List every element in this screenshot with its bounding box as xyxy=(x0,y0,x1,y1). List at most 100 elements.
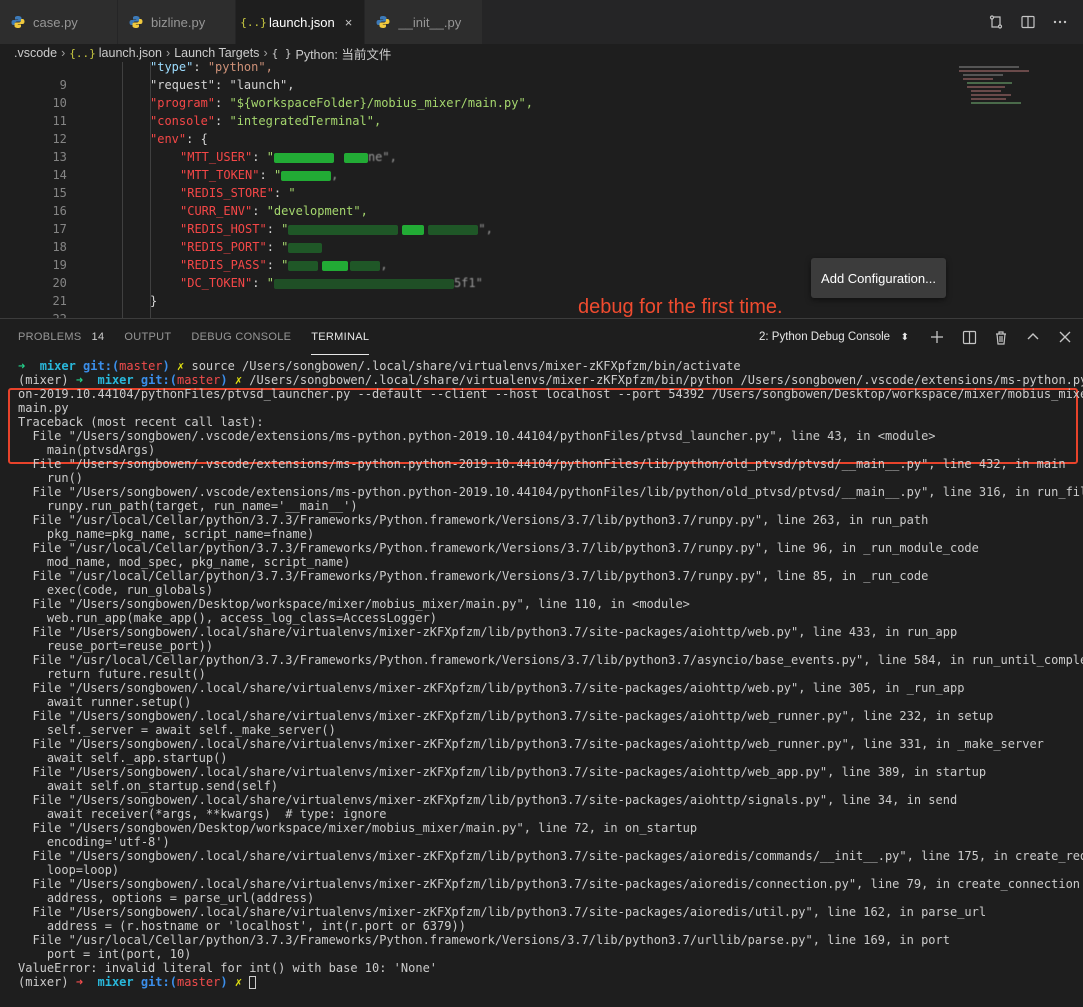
terminal-line: File "/Users/songbowen/.local/share/virt… xyxy=(18,877,1081,891)
terminal-line: File "/Users/songbowen/.vscode/extension… xyxy=(18,457,1066,471)
terminal-line: main.py xyxy=(18,401,69,415)
terminal-line: exec(code, run_globals) xyxy=(18,583,214,597)
terminal-line: File "/Users/songbowen/.local/share/virt… xyxy=(18,793,958,807)
terminal-line: File "/Users/songbowen/Desktop/workspace… xyxy=(18,597,690,611)
python-icon xyxy=(10,15,25,30)
code-line: 9 "type": "python", xyxy=(59,62,273,92)
redacted-value xyxy=(273,152,334,163)
terminal-line: File "/Users/songbowen/.local/share/virt… xyxy=(18,709,994,723)
breadcrumb-folder[interactable]: .vscode xyxy=(14,46,57,60)
terminal-line: (mixer) ➜ mixer git:(master) ✗ /Users/so… xyxy=(18,373,1083,387)
tab-launch-json[interactable]: {..} launch.json × xyxy=(236,0,366,44)
json-icon: {..} xyxy=(69,46,96,60)
code-line: 12 "console": "integratedTerminal", xyxy=(52,114,382,146)
plus-icon[interactable] xyxy=(929,329,945,345)
terminal-output[interactable]: ➜ mixer git:(master) ✗ source /Users/son… xyxy=(0,355,1083,1007)
tab-bizline-py[interactable]: bizline.py xyxy=(118,0,236,44)
open-changes-icon[interactable] xyxy=(987,13,1005,31)
redacted-value xyxy=(288,242,323,253)
close-icon[interactable] xyxy=(1057,329,1073,345)
terminal-cursor xyxy=(249,976,257,989)
redacted-value xyxy=(281,170,332,181)
tab-init-py[interactable]: __init__.py xyxy=(365,0,484,44)
tab-terminal[interactable]: TERMINAL xyxy=(311,319,370,355)
terminal-line: ValueError: invalid literal for int() wi… xyxy=(18,961,438,975)
code-editor[interactable]: 9 "type": "python", 10 "request": "launc… xyxy=(0,62,1083,318)
redacted-value xyxy=(288,224,399,235)
terminal-line: ➜ mixer git:(master) ✗ source /Users/son… xyxy=(18,359,741,373)
terminal-line: pkg_name=pkg_name, script_name=fname) xyxy=(18,527,315,541)
tab-label: case.py xyxy=(33,14,78,30)
terminal-line: loop=loop) xyxy=(18,863,120,877)
tab-label: launch.json xyxy=(269,14,335,30)
breadcrumb-item[interactable]: Python: 当前文件 xyxy=(295,44,391,63)
terminal-prompt-line: (mixer) ➜ mixer git:(master) ✗ xyxy=(18,975,257,989)
redacted-value xyxy=(343,152,368,163)
code-line: 15 "MTT_TOKEN": ", xyxy=(52,168,339,200)
breadcrumb: .vscode › {..} launch.json › Launch Targ… xyxy=(0,44,1083,62)
terminal-line: encoding='utf-8') xyxy=(18,835,170,849)
code-line: 14 "MTT_USER": " ne", xyxy=(52,150,397,182)
terminal-line: await self._app.startup() xyxy=(18,751,228,765)
tab-label: __init__.py xyxy=(398,14,462,30)
breadcrumb-section[interactable]: Launch Targets xyxy=(174,46,259,60)
chevron-right-icon: › xyxy=(166,46,171,60)
python-icon xyxy=(128,15,143,30)
redacted-value xyxy=(350,260,381,271)
terminal-line: File "/Users/songbowen/.local/share/virt… xyxy=(18,905,987,919)
code-line: 16 "REDIS_STORE": " xyxy=(52,186,296,218)
split-terminal-icon[interactable] xyxy=(961,329,977,345)
code-line: 17 "CURR_ENV": "development", xyxy=(52,204,368,236)
tab-debug-console[interactable]: DEBUG CONSOLE xyxy=(191,319,291,355)
editor-tab-bar: case.py bizline.py {..} launch.json × __… xyxy=(0,0,1083,44)
json-icon: {..} xyxy=(240,15,267,29)
split-editor-icon[interactable] xyxy=(1019,13,1037,31)
terminal-line: self._server = await self._make_server() xyxy=(18,723,336,737)
close-icon[interactable]: × xyxy=(345,15,353,30)
add-configuration-button[interactable]: Add Configuration... xyxy=(811,258,946,298)
annotation-text: debug for the first time. xyxy=(578,296,783,318)
terminal-line: reuse_port=reuse_port)) xyxy=(18,639,214,653)
chevron-right-icon: › xyxy=(61,46,66,60)
terminal-line: port = int(port, 10) xyxy=(18,947,192,961)
terminal-line: File "/usr/local/Cellar/python/3.7.3/Fra… xyxy=(18,933,950,947)
editor-actions xyxy=(987,0,1083,44)
terminal-line: on-2019.10.44104/pythonFiles/ptvsd_launc… xyxy=(18,387,1083,401)
terminal-line: File "/usr/local/Cellar/python/3.7.3/Fra… xyxy=(18,513,929,527)
trash-icon[interactable] xyxy=(993,329,1009,345)
terminal-selector[interactable]: 2: Python Debug Console ⬍ xyxy=(755,327,913,347)
redacted-value xyxy=(428,224,479,235)
object-icon: { } xyxy=(271,46,292,60)
breadcrumb-file[interactable]: launch.json xyxy=(99,46,162,60)
code-line: 18 "REDIS_HOST": " ", xyxy=(52,222,493,254)
terminal-line: await receiver(*args, **kwargs) # type: … xyxy=(18,807,387,821)
tab-case-py[interactable]: case.py xyxy=(0,0,118,44)
tab-output[interactable]: OUTPUT xyxy=(124,319,171,355)
code-line: 11 "program": "${workspaceFolder}/mobius… xyxy=(52,96,533,128)
redacted-value xyxy=(322,260,349,271)
tab-problems[interactable]: PROBLEMS 14 xyxy=(18,319,104,355)
bottom-panel: PROBLEMS 14 OUTPUT DEBUG CONSOLE TERMINA… xyxy=(0,318,1083,1007)
terminal-line: File "/Users/songbowen/.local/share/virt… xyxy=(18,765,987,779)
terminal-line: File "/Users/songbowen/.local/share/virt… xyxy=(18,849,1083,863)
terminal-line: File "/Users/songbowen/.local/share/virt… xyxy=(18,625,958,639)
chevron-updown-icon: ⬍ xyxy=(900,331,909,343)
chevron-up-icon[interactable] xyxy=(1025,329,1041,345)
problems-count-badge: 14 xyxy=(91,331,105,343)
terminal-line: address = (r.hostname or 'localhost', in… xyxy=(18,919,466,933)
terminal-line: run() xyxy=(18,471,84,485)
code-line: 10 "request": "launch", xyxy=(52,78,295,110)
terminal-line: runpy.run_path(target, run_name='__main_… xyxy=(18,499,358,513)
code-line: 13 "env": { xyxy=(52,132,208,164)
terminal-line: web.run_app(make_app(), access_log_class… xyxy=(18,611,438,625)
terminal-line: await self.on_startup.send(self) xyxy=(18,779,279,793)
terminal-line: File "/usr/local/Cellar/python/3.7.3/Fra… xyxy=(18,569,929,583)
minimap[interactable] xyxy=(949,62,1069,122)
chevron-right-icon: › xyxy=(263,46,268,60)
terminal-line: Traceback (most recent call last): xyxy=(18,415,264,429)
terminal-line: return future.result() xyxy=(18,667,206,681)
terminal-line: File "/usr/local/Cellar/python/3.7.3/Fra… xyxy=(18,653,1083,667)
terminal-line: File "/Users/songbowen/.vscode/extension… xyxy=(18,429,936,443)
terminal-line: File "/Users/songbowen/Desktop/workspace… xyxy=(18,821,698,835)
more-actions-icon[interactable] xyxy=(1051,13,1069,31)
